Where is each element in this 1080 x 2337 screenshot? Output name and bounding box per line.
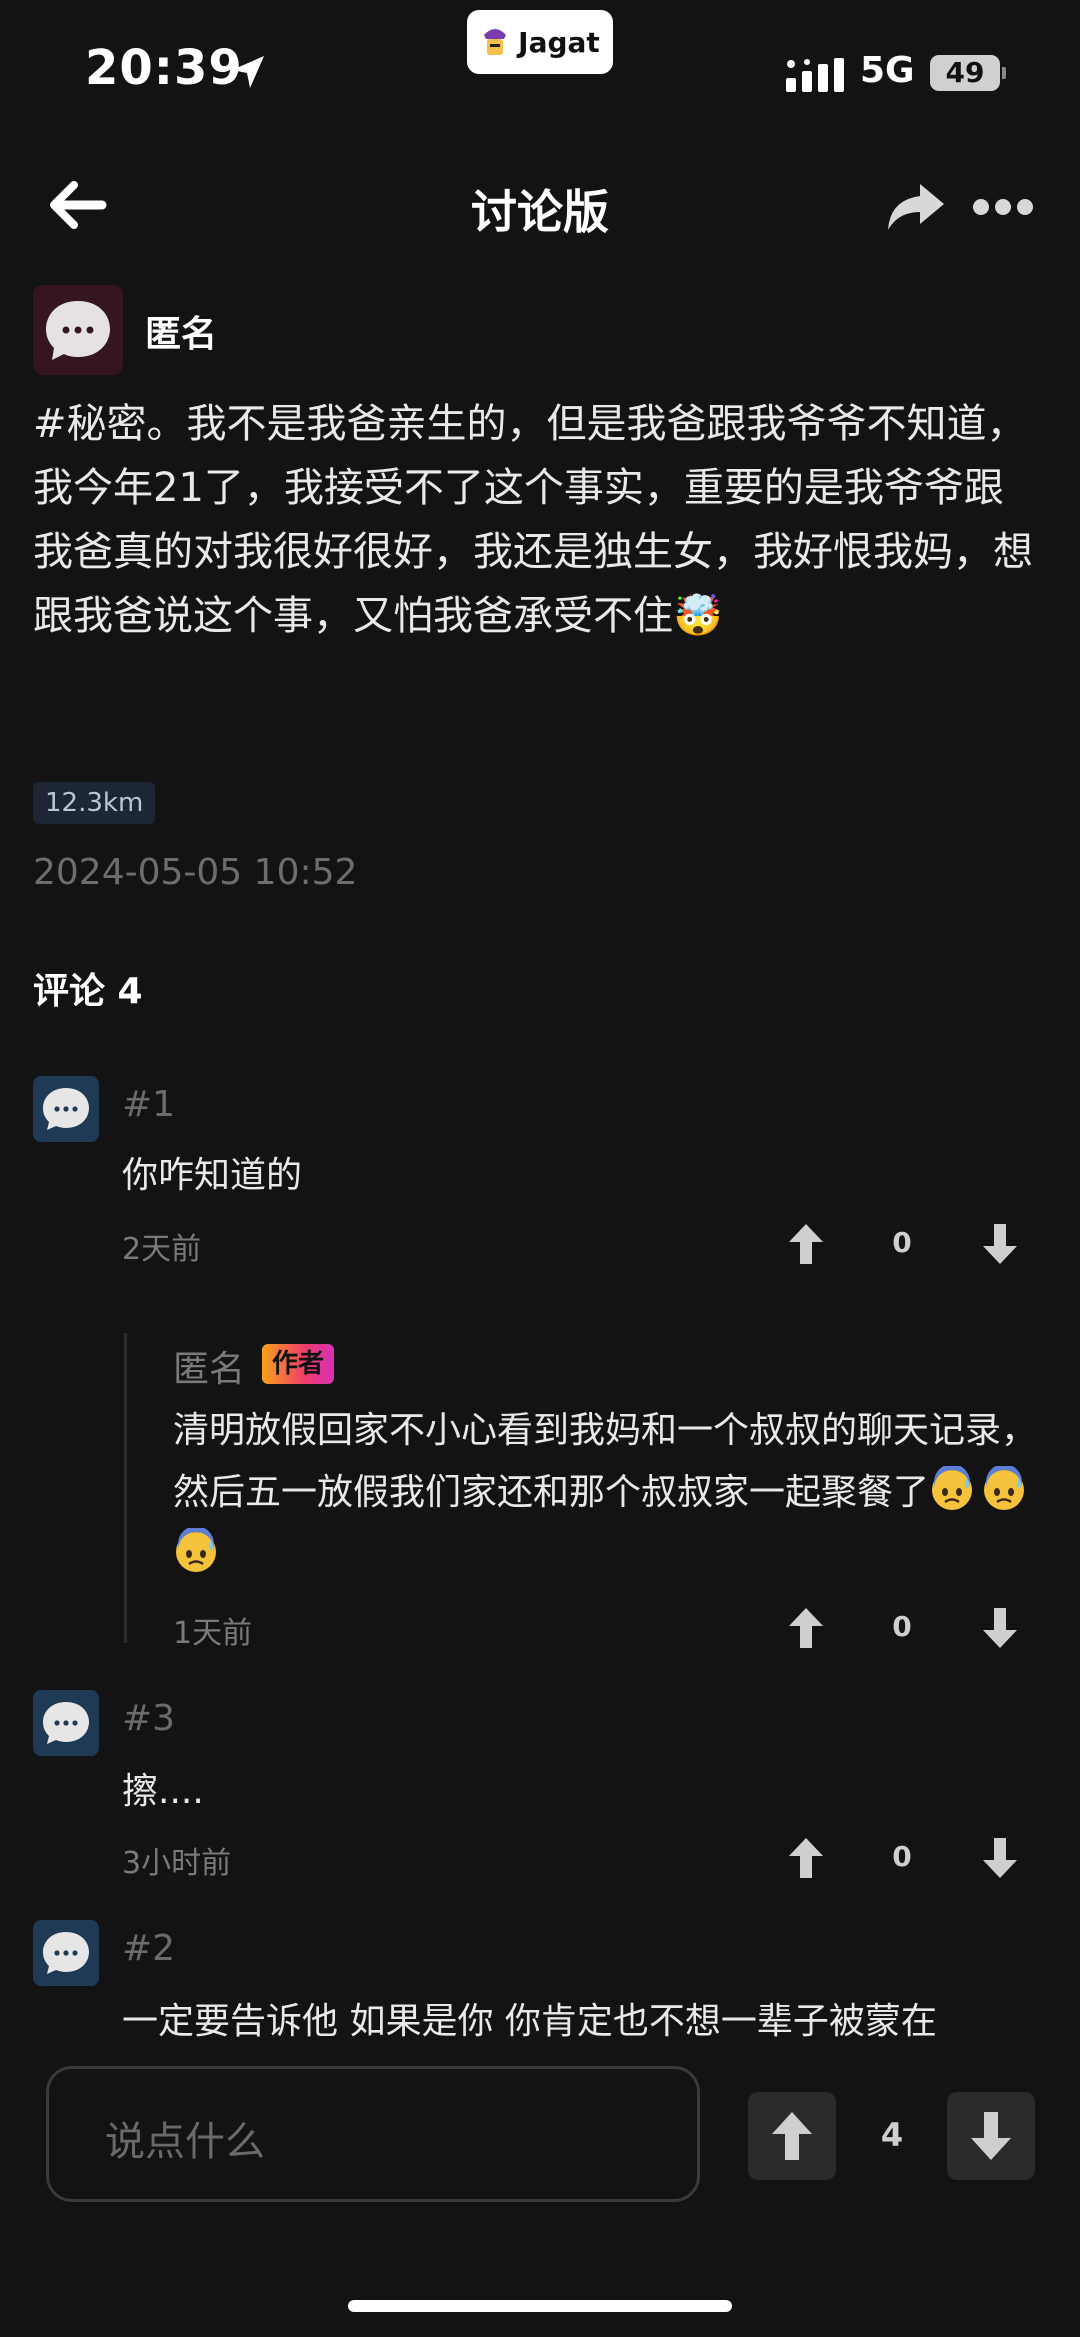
chat-bubble-icon [43, 1932, 89, 1974]
distance-badge: 12.3km [33, 782, 156, 824]
comment-avatar[interactable] [33, 1690, 99, 1756]
app-logo-icon [484, 29, 507, 55]
vote-count: 0 [892, 1840, 912, 1873]
signal-icon [786, 58, 844, 92]
comment-tag: #1 [122, 1084, 176, 1125]
cold-sweat-emoji-icon [932, 1466, 973, 1510]
network-label: 5G [860, 50, 915, 91]
app-pill[interactable]: Jagat [467, 10, 613, 74]
reply-time: 1天前 [173, 1616, 253, 1651]
post-downvote-button[interactable] [947, 2092, 1035, 2180]
location-arrow-icon [232, 56, 264, 88]
comment-text: 一定要告诉他 如果是你 你肯定也不想一辈子被蒙在 [122, 2001, 937, 2042]
chat-bubble-icon [43, 1088, 89, 1130]
comment-input-placeholder: 说点什么 [105, 2119, 265, 2165]
app-name: Jagat [518, 25, 600, 59]
reply-thread-line [124, 1333, 127, 1643]
comment-time: 3小时前 [122, 1846, 232, 1881]
comment-avatar[interactable] [33, 1076, 99, 1142]
battery-indicator: 49 [930, 55, 1006, 91]
comment-text: 擦.... [122, 1771, 204, 1812]
post-avatar[interactable] [33, 285, 123, 375]
status-bar: 20:39 Jagat 5G 49 [0, 0, 1080, 140]
discussion-page: 20:39 Jagat 5G 49 讨论版 匿名 #秘密。我不是我爸亲生的，但是… [0, 0, 1080, 2337]
comment-input[interactable]: 说点什么 [46, 2066, 700, 2202]
reply-text: 清明放假回家不小心看到我妈和一个叔叔的聊天记录，然后五一放假我们家还和那个叔叔家… [173, 1410, 1038, 1513]
chat-bubble-icon [46, 301, 110, 360]
upvote-icon[interactable] [786, 1222, 826, 1266]
post-upvote-button[interactable] [748, 2092, 836, 2180]
chat-bubble-icon [43, 1702, 89, 1744]
battery-level: 49 [930, 55, 1000, 91]
comment-time: 2天前 [122, 1232, 202, 1267]
vote-count: 0 [892, 1226, 912, 1259]
arrow-up-icon [772, 2112, 812, 2160]
cold-sweat-emoji-icon [176, 1528, 216, 1572]
nav-bar: 讨论版 [0, 160, 1080, 250]
comments-heading: 评论 4 [33, 971, 143, 1012]
comment-tag: #3 [122, 1698, 176, 1739]
status-time: 20:39 [85, 40, 243, 96]
reply-author[interactable]: 匿名 [173, 1340, 245, 1392]
post-vote-count: 4 [880, 2116, 904, 2154]
post-date: 2024-05-05 10:52 [33, 852, 358, 893]
vote-count: 0 [892, 1610, 912, 1643]
comment-avatar[interactable] [33, 1920, 99, 1986]
comment-text: 你咋知道的 [122, 1155, 303, 1196]
cold-sweat-emoji-icon [984, 1466, 1025, 1510]
reply-body: 清明放假回家不小心看到我妈和一个叔叔的聊天记录，然后五一放假我们家还和那个叔叔家… [173, 1400, 1053, 1586]
share-icon[interactable] [884, 182, 946, 232]
post-author[interactable]: 匿名 [145, 305, 217, 357]
more-icon[interactable] [972, 198, 1034, 216]
upvote-icon[interactable] [786, 1606, 826, 1650]
post-body: #秘密。我不是我爸亲生的，但是我爸跟我爷爷不知道，我今年21了，我接受不了这个事… [33, 401, 1033, 639]
comment-tag: #2 [122, 1928, 176, 1969]
downvote-icon[interactable] [980, 1222, 1020, 1266]
home-indicator[interactable] [348, 2300, 732, 2312]
downvote-icon[interactable] [980, 1606, 1020, 1650]
upvote-icon[interactable] [786, 1836, 826, 1880]
author-badge: 作者 [262, 1344, 335, 1384]
battery-cap [1002, 67, 1006, 79]
arrow-down-icon [971, 2112, 1011, 2160]
downvote-icon[interactable] [980, 1836, 1020, 1880]
